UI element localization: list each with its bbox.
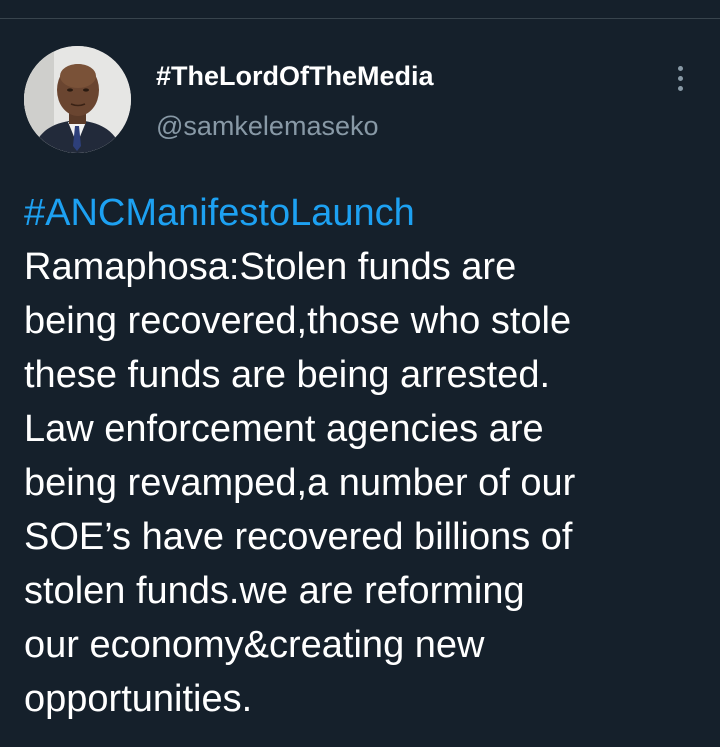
hashtag-link[interactable]: #ANCManifestoLaunch [24, 186, 694, 240]
more-options-button[interactable] [664, 58, 696, 98]
tweet-line: SOE’s have recovered billions of [24, 516, 573, 558]
avatar[interactable] [24, 46, 131, 153]
tweet-line: being revamped,a number of our [24, 462, 576, 504]
tweet-line: opportunities. [24, 678, 253, 720]
more-vertical-icon-dot [677, 85, 683, 91]
tweet-line: our economy&creating new [24, 624, 485, 666]
user-handle[interactable]: @samkelemaseko [156, 106, 379, 146]
display-name[interactable]: #TheLordOfTheMedia [156, 56, 434, 96]
more-vertical-icon-dot [677, 75, 683, 81]
tweet-card: #TheLordOfTheMedia @samkelemaseko #ANCMa… [0, 0, 720, 747]
tweet-line: Ramaphosa:Stolen funds are [24, 246, 517, 288]
tweet-line: Law enforcement agencies are [24, 408, 544, 450]
top-divider [0, 0, 720, 19]
tweet-line: being recovered,those who stole [24, 300, 572, 342]
tweet-line: stolen funds.we are reforming [24, 570, 525, 612]
tweet-line: these funds are being arrested. [24, 354, 551, 396]
more-vertical-icon [677, 65, 683, 71]
profile-photo [24, 46, 131, 153]
tweet-text: #ANCManifestoLaunch Ramaphosa:Stolen fun… [24, 186, 694, 726]
